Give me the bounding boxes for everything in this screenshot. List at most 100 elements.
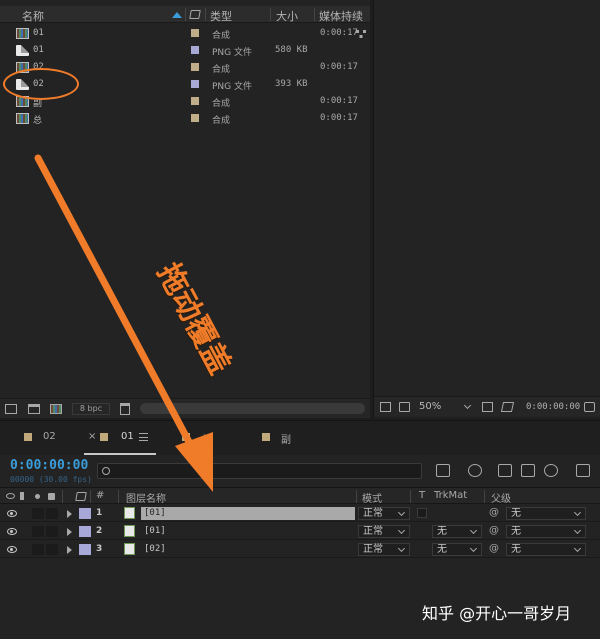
chevron-down-icon — [573, 508, 582, 517]
current-time-display[interactable]: 0:00:00:00 — [10, 458, 88, 473]
layer-label-swatch[interactable] — [79, 508, 91, 519]
layer-row[interactable]: 3 [02] 正常 无 @ 无 — [0, 541, 600, 558]
layer-search-input[interactable] — [97, 463, 422, 479]
track-matte-value: 无 — [437, 526, 447, 537]
expand-triangle-icon[interactable] — [67, 510, 72, 518]
tab-comp-02[interactable]: 02 — [18, 421, 74, 455]
solo-switch[interactable] — [32, 508, 44, 519]
track-matte-select[interactable]: 无 — [432, 525, 482, 538]
composition-viewer: 50% 0:00:00:00 — [373, 0, 600, 418]
layer-number: 1 — [96, 508, 103, 518]
shy-layers-icon[interactable] — [498, 464, 512, 477]
project-item-size: 580 KB — [275, 45, 308, 55]
project-item[interactable]: 01 PNG 文件 580 KB — [0, 42, 370, 59]
blend-mode-value: 正常 — [363, 544, 383, 555]
column-trkmat-header: TrkMat — [434, 490, 468, 501]
zoom-value: 50% — [419, 401, 442, 412]
project-item-duration: 0:00:17 — [320, 62, 358, 72]
visibility-eye-icon[interactable] — [7, 528, 17, 535]
project-item-size: 393 KB — [275, 79, 308, 89]
chevron-down-icon — [469, 544, 478, 553]
draft-3d-icon[interactable] — [468, 464, 482, 477]
expand-triangle-icon[interactable] — [67, 528, 72, 536]
monitor-icon[interactable] — [399, 402, 410, 412]
solo-switch[interactable] — [32, 544, 44, 555]
interpret-footage-icon[interactable] — [5, 404, 17, 414]
lock-switch[interactable] — [46, 508, 58, 519]
blend-mode-select[interactable]: 正常 — [358, 507, 410, 520]
visibility-eye-icon[interactable] — [7, 510, 17, 517]
layer-label-swatch[interactable] — [79, 544, 91, 555]
layer-row[interactable]: 1 [01] 正常 @ 无 — [0, 505, 600, 522]
new-folder-icon[interactable] — [28, 404, 40, 414]
label-swatch[interactable] — [191, 80, 199, 88]
project-item-type: 合成 — [212, 65, 231, 75]
tab-comp-zong[interactable]: 总 — [178, 421, 238, 455]
solo-switch[interactable] — [32, 526, 44, 537]
pick-whip-icon[interactable]: @ — [489, 507, 499, 518]
panel-menu-icon[interactable] — [139, 433, 148, 441]
column-layer-name-header[interactable]: 图层名称 — [126, 490, 166, 505]
pick-whip-icon[interactable]: @ — [489, 543, 499, 554]
visibility-eye-icon[interactable] — [7, 546, 17, 553]
parent-select[interactable]: 无 — [506, 525, 586, 538]
pick-whip-icon[interactable]: @ — [489, 525, 499, 536]
expand-triangle-icon[interactable] — [67, 546, 72, 554]
composition-mini-flowchart-icon[interactable] — [436, 464, 450, 477]
lock-switch[interactable] — [46, 544, 58, 555]
label-tag-icon[interactable] — [189, 10, 201, 19]
layer-row[interactable]: 2 [01] 正常 无 @ 无 — [0, 523, 600, 540]
label-swatch[interactable] — [191, 63, 199, 71]
audio-icon — [20, 492, 27, 500]
frame-blending-icon[interactable] — [521, 464, 535, 477]
label-swatch[interactable] — [191, 114, 199, 122]
layer-name[interactable]: [02] — [141, 543, 355, 556]
column-mode-header: 模式 — [362, 494, 382, 505]
column-duration-header[interactable]: 媒体持续 — [319, 8, 363, 24]
chevron-down-icon — [397, 544, 406, 553]
blend-mode-value: 正常 — [363, 526, 383, 537]
sort-ascending-icon[interactable] — [172, 12, 182, 18]
label-swatch[interactable] — [191, 46, 199, 54]
parent-select[interactable]: 无 — [506, 543, 586, 556]
parent-select[interactable]: 无 — [506, 507, 586, 520]
blend-mode-select[interactable]: 正常 — [358, 525, 410, 538]
3d-view-icon[interactable] — [500, 402, 515, 412]
column-t-header: T — [419, 490, 426, 501]
blend-mode-select[interactable]: 正常 — [358, 543, 410, 556]
label-tag-icon[interactable] — [75, 492, 87, 501]
project-item[interactable]: 01 合成 0:00:17 — [0, 25, 370, 42]
tab-comp-01[interactable]: × 01 — [84, 421, 156, 455]
comp-label-swatch — [24, 433, 32, 441]
footage-icon — [124, 507, 135, 519]
flowchart-icon[interactable] — [356, 30, 366, 38]
lock-switch[interactable] — [46, 526, 58, 537]
close-tab-icon[interactable]: × — [88, 431, 96, 442]
chevron-down-icon — [469, 526, 478, 535]
color-depth-button[interactable]: 8 bpc — [72, 403, 110, 415]
layer-label-swatch[interactable] — [79, 526, 91, 537]
crop-marks-icon[interactable] — [482, 402, 493, 412]
tab-comp-fu[interactable]: 副 — [258, 421, 318, 455]
new-composition-icon[interactable] — [50, 404, 62, 414]
project-item-duration: 0:00:17 — [320, 113, 358, 123]
layer-name[interactable]: [01] — [141, 525, 355, 538]
column-name-header[interactable]: 名称 — [22, 8, 44, 24]
project-item[interactable]: 总 合成 0:00:17 — [0, 110, 370, 127]
footage-icon — [124, 525, 135, 537]
comp-label-swatch — [262, 433, 270, 441]
track-matte-select[interactable]: 无 — [432, 543, 482, 556]
viewer-current-time[interactable]: 0:00:00:00 — [526, 402, 580, 412]
layer-name[interactable]: [01] — [141, 507, 355, 520]
zoom-select[interactable]: 50% — [419, 400, 475, 414]
region-of-interest-icon[interactable] — [380, 402, 391, 412]
preserve-transparency-checkbox[interactable] — [417, 508, 427, 518]
motion-blur-icon[interactable] — [544, 464, 558, 477]
label-swatch[interactable] — [191, 97, 199, 105]
column-size-header[interactable]: 大小 — [276, 8, 298, 24]
graph-editor-icon[interactable] — [576, 464, 590, 477]
label-swatch[interactable] — [191, 29, 199, 37]
camera-snapshot-icon[interactable] — [584, 402, 595, 412]
column-type-header[interactable]: 类型 — [210, 8, 232, 24]
trash-icon[interactable] — [120, 403, 130, 415]
